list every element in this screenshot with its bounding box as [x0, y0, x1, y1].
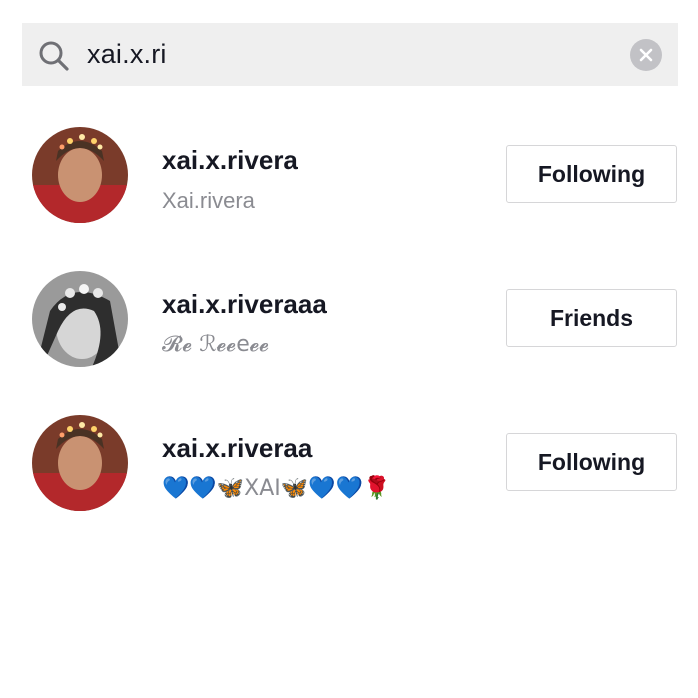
following-button[interactable]: Following	[506, 145, 677, 203]
nickname: Xai.rivera	[162, 188, 255, 213]
clear-search-button[interactable]	[630, 39, 662, 71]
clear-icon	[639, 48, 653, 62]
nickname: 💙💙🦋XAI🦋💙💙🌹	[162, 476, 391, 501]
username: xai.x.riveraaa	[162, 289, 327, 319]
avatar[interactable]	[32, 271, 128, 367]
avatar[interactable]	[32, 127, 128, 223]
username: xai.x.riveraa	[162, 433, 313, 463]
nickname: 𝓡𝓮 ℛ𝓮𝓮e𝓮𝓮	[162, 332, 270, 357]
following-button[interactable]: Following	[506, 433, 677, 491]
search-input[interactable]: xai.x.ri	[87, 36, 167, 72]
list-item[interactable]: xai.x.riveraa 💙💙🦋XAI🦋💙💙🌹 Following	[0, 415, 698, 538]
username: xai.x.rivera	[162, 145, 298, 175]
list-item[interactable]: xai.x.riveraaa 𝓡𝓮 ℛ𝓮𝓮e𝓮𝓮 Friends	[0, 271, 698, 394]
list-item[interactable]: xai.x.rivera Xai.rivera Following	[0, 127, 698, 250]
avatar[interactable]	[32, 415, 128, 511]
friends-button[interactable]: Friends	[506, 289, 677, 347]
search-icon	[39, 41, 69, 71]
